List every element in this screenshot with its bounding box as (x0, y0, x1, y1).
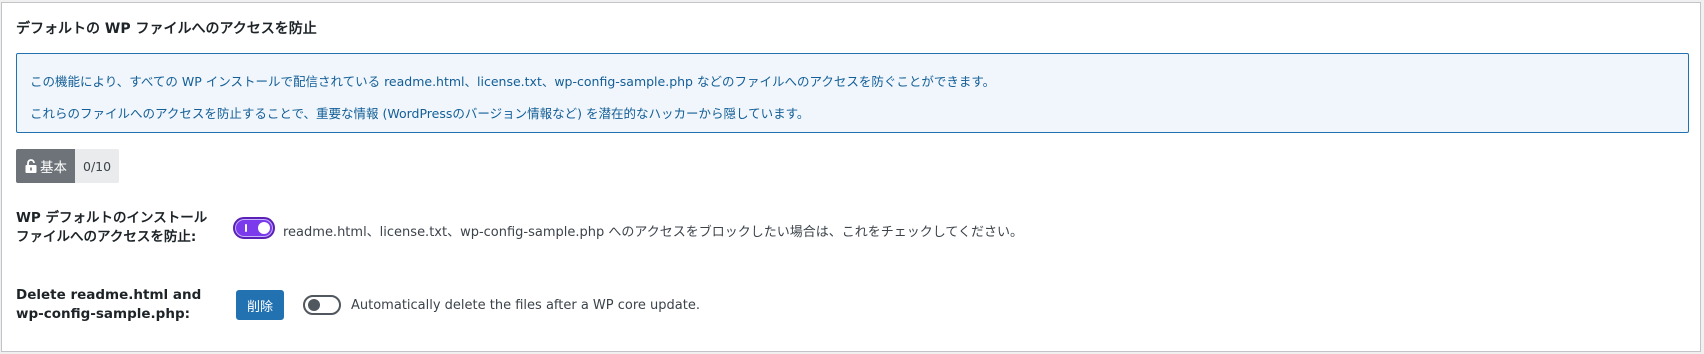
toggle-on-indicator (245, 224, 247, 232)
settings-panel: デフォルトの WP ファイルへのアクセスを防止 この機能により、すべての WP … (1, 2, 1701, 352)
auto-delete-toggle[interactable] (303, 295, 341, 315)
panel-title: デフォルトの WP ファイルへのアクセスを防止 (16, 21, 317, 37)
feature-level-badge: 基本 0/10 (16, 149, 120, 183)
badge-level: 基本 (16, 149, 75, 183)
auto-delete-description: Automatically delete the files after a W… (351, 298, 700, 313)
delete-button[interactable]: 削除 (236, 290, 284, 320)
badge-label: 基本 (40, 160, 67, 176)
block-default-files-label: WP デフォルトのインストールファイルへのアクセスを防止: (16, 210, 208, 245)
toggle-knob (308, 299, 320, 311)
block-default-files-description: readme.html、license.txt、wp-config-sample… (283, 225, 1023, 240)
toggle-knob (258, 222, 270, 234)
info-notice: この機能により、すべての WP インストールで配信されている readme.ht… (16, 53, 1689, 133)
badge-count: 0/10 (75, 149, 120, 183)
notice-line-2: これらのファイルへのアクセスを防止することで、重要な情報 (WordPressの… (30, 106, 810, 121)
block-default-files-toggle[interactable] (233, 217, 275, 239)
notice-line-1: この機能により、すべての WP インストールで配信されている readme.ht… (30, 74, 996, 89)
delete-files-label: Delete readme.html and wp-config-sample.… (16, 287, 202, 322)
unlock-icon (25, 159, 37, 173)
